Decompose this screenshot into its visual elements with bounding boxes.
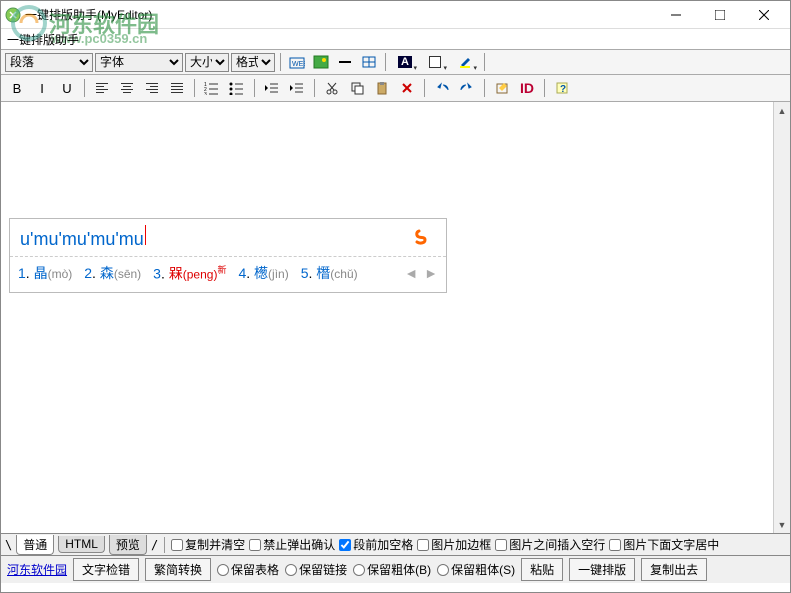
font-select[interactable]: 字体	[95, 53, 183, 72]
ime-candidate[interactable]: 2. 森(sēn)	[84, 263, 141, 283]
tab-normal[interactable]: 普通	[16, 535, 54, 555]
unordered-list-button[interactable]	[225, 77, 249, 99]
fontcolor-button[interactable]: A	[391, 52, 419, 72]
separator	[314, 79, 315, 97]
ime-candidate[interactable]: 4. 檧(jìn)	[238, 263, 288, 283]
radio-keep-link[interactable]: 保留链接	[285, 561, 347, 578]
image-button[interactable]	[310, 52, 332, 72]
separator	[544, 79, 545, 97]
separator	[254, 79, 255, 97]
check-copy-clear[interactable]: 复制并清空	[171, 536, 245, 553]
align-justify-button[interactable]	[165, 77, 189, 99]
check-no-confirm[interactable]: 禁止弹出确认	[249, 536, 335, 553]
svg-text:?: ?	[560, 84, 566, 95]
separator	[484, 53, 485, 71]
site-link[interactable]: 河东软件园	[7, 561, 67, 578]
undo-button[interactable]	[430, 77, 454, 99]
indent-button[interactable]	[285, 77, 309, 99]
align-center-button[interactable]	[115, 77, 139, 99]
maximize-button[interactable]	[698, 2, 742, 28]
radio-keep-bold-b[interactable]: 保留粗体(B)	[353, 561, 431, 578]
align-left-button[interactable]	[90, 77, 114, 99]
scroll-down-icon[interactable]: ▼	[774, 516, 790, 533]
ime-popup: u'mu'mu'mu'mu 1. 晶(mò) 2. 森(sēn) 3. 槑(pe…	[9, 218, 447, 293]
separator	[385, 53, 386, 71]
web-button[interactable]: WEB	[286, 52, 308, 72]
size-select[interactable]: 大小	[185, 53, 229, 72]
ime-prev-icon[interactable]: ◄	[404, 265, 418, 281]
scroll-up-icon[interactable]: ▲	[774, 102, 790, 119]
trad-simp-button[interactable]: 繁简转换	[145, 558, 211, 581]
sogou-logo-icon	[412, 226, 436, 250]
spellcheck-button[interactable]: 文字检错	[73, 558, 139, 581]
vertical-scrollbar[interactable]: ▲ ▼	[773, 102, 790, 533]
close-button[interactable]	[742, 2, 786, 28]
paste-button[interactable]	[370, 77, 394, 99]
ime-candidate[interactable]: 1. 晶(mò)	[18, 263, 72, 283]
radio-keep-bold-s[interactable]: 保留粗体(S)	[437, 561, 515, 578]
cut-button[interactable]	[320, 77, 344, 99]
bold-button[interactable]: B	[5, 77, 29, 99]
paste-button[interactable]: 粘贴	[521, 558, 563, 581]
ime-input-text: u'mu'mu'mu'mu	[20, 229, 144, 249]
tab-html[interactable]: HTML	[58, 536, 105, 553]
copy-out-button[interactable]: 复制出去	[641, 558, 707, 581]
redo-button[interactable]	[455, 77, 479, 99]
italic-button[interactable]: I	[30, 77, 54, 99]
copy-button[interactable]	[345, 77, 369, 99]
align-right-button[interactable]	[140, 77, 164, 99]
bgcolor-button[interactable]	[421, 52, 449, 72]
app-icon	[5, 7, 21, 23]
svg-text:WEB: WEB	[292, 61, 305, 68]
ime-candidate[interactable]: 3. 槑(peng)新	[153, 263, 226, 284]
delete-button[interactable]	[395, 77, 419, 99]
edit-button[interactable]	[490, 77, 514, 99]
radio-keep-table[interactable]: 保留表格	[217, 561, 279, 578]
editor-content[interactable]: u'mu'mu'mu'mu 1. 晶(mò) 2. 森(sēn) 3. 槑(pe…	[1, 102, 773, 533]
id-button[interactable]: ID	[515, 77, 539, 99]
ime-next-icon[interactable]: ►	[424, 265, 438, 281]
ordered-list-button[interactable]: 123	[200, 77, 224, 99]
table-button[interactable]	[358, 52, 380, 72]
check-img-border[interactable]: 图片加边框	[417, 536, 491, 553]
check-img-center[interactable]: 图片下面文字居中	[609, 536, 719, 553]
paragraph-select[interactable]: 段落	[5, 53, 93, 72]
tab-preview[interactable]: 预览	[109, 535, 147, 555]
separator	[84, 79, 85, 97]
separator	[194, 79, 195, 97]
separator	[280, 53, 281, 71]
window-title: 一键排版助手(MyEditor)	[25, 6, 654, 23]
minimize-button[interactable]	[654, 2, 698, 28]
help-button[interactable]: ?	[550, 77, 574, 99]
separator	[484, 79, 485, 97]
check-para-space[interactable]: 段前加空格	[339, 536, 413, 553]
separator	[424, 79, 425, 97]
highlight-button[interactable]	[451, 52, 479, 72]
ime-candidate[interactable]: 5. 橬(chǔ)	[301, 263, 358, 283]
check-img-blank[interactable]: 图片之间插入空行	[495, 536, 605, 553]
underline-button[interactable]: U	[55, 77, 79, 99]
svg-text:3: 3	[204, 92, 207, 95]
hr-button[interactable]	[334, 52, 356, 72]
outdent-button[interactable]	[260, 77, 284, 99]
format-select[interactable]: 格式	[231, 53, 275, 72]
menubar-label[interactable]: 一键排版助手	[7, 31, 79, 48]
format-button[interactable]: 一键排版	[569, 558, 635, 581]
